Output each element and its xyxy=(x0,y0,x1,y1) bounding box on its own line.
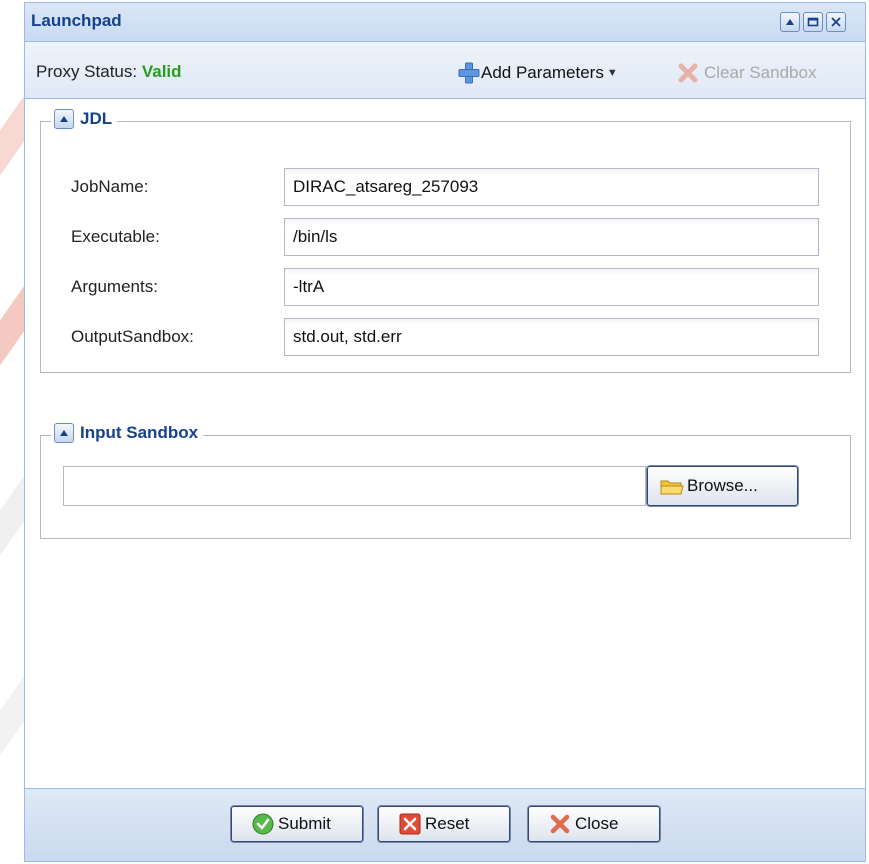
executable-label: Executable: xyxy=(71,227,160,246)
maximize-window-button[interactable] xyxy=(803,12,823,32)
collapse-icon xyxy=(60,116,68,122)
proxy-status: Proxy Status: Valid xyxy=(36,62,182,82)
arguments-input[interactable] xyxy=(284,268,819,306)
jdl-collapse-button[interactable] xyxy=(54,109,74,129)
input-sandbox-legend-label: Input Sandbox xyxy=(80,423,199,442)
input-sandbox-fieldset: Input Sandbox Browse... xyxy=(40,423,851,539)
outputsandbox-input[interactable] xyxy=(284,318,819,356)
footer-bar: Submit Reset Close xyxy=(25,788,865,861)
collapse-window-button[interactable] xyxy=(780,12,800,32)
browse-button[interactable]: Browse... xyxy=(646,465,799,507)
jdl-legend-label: JDL xyxy=(80,109,113,128)
collapse-icon xyxy=(60,430,68,436)
submit-button[interactable]: Submit xyxy=(230,805,364,843)
file-path-input[interactable] xyxy=(63,466,646,506)
outputsandbox-label: OutputSandbox: xyxy=(71,327,194,346)
reset-label: Reset xyxy=(425,814,470,833)
input-sandbox-legend: Input Sandbox xyxy=(51,423,204,443)
chevron-down-icon: ▼ xyxy=(606,67,618,79)
toolbar: Proxy Status: Valid Add Parameters ▼ Cle… xyxy=(25,42,865,99)
arguments-label: Arguments: xyxy=(71,277,158,296)
clear-sandbox-button[interactable]: Clear Sandbox xyxy=(676,61,816,85)
x-icon xyxy=(550,814,570,834)
window-title: Launchpad xyxy=(31,11,122,30)
reset-button[interactable]: Reset xyxy=(377,805,511,843)
folder-icon xyxy=(660,480,684,495)
close-label: Close xyxy=(575,814,619,833)
add-parameters-button[interactable]: Add Parameters ▼ xyxy=(457,61,618,85)
jdl-legend: JDL xyxy=(51,109,118,129)
proxy-status-value: Valid xyxy=(141,62,182,81)
x-icon xyxy=(678,63,698,83)
browse-label: Browse... xyxy=(687,476,758,495)
window-titlebar[interactable]: Launchpad xyxy=(25,3,865,42)
check-icon xyxy=(252,813,274,835)
collapse-icon xyxy=(786,19,794,25)
jdl-fieldset: JDL JobName: Executable: Arguments: Outp… xyxy=(40,109,851,373)
close-icon xyxy=(831,17,841,27)
submit-label: Submit xyxy=(278,814,331,833)
launchpad-window: Launchpad Proxy Status: Valid Add Parame… xyxy=(24,2,866,862)
executable-input[interactable] xyxy=(284,218,819,256)
proxy-status-label: Proxy Status: xyxy=(36,62,138,81)
close-window-button[interactable] xyxy=(826,12,846,32)
jobname-label: JobName: xyxy=(71,177,149,196)
input-sandbox-collapse-button[interactable] xyxy=(54,423,74,443)
clear-sandbox-label: Clear Sandbox xyxy=(704,63,817,82)
jobname-input[interactable] xyxy=(284,168,819,206)
plus-icon xyxy=(458,62,480,84)
add-parameters-label: Add Parameters xyxy=(481,63,604,82)
reset-icon xyxy=(399,813,421,835)
maximize-icon xyxy=(807,17,819,27)
close-button[interactable]: Close xyxy=(527,805,661,843)
